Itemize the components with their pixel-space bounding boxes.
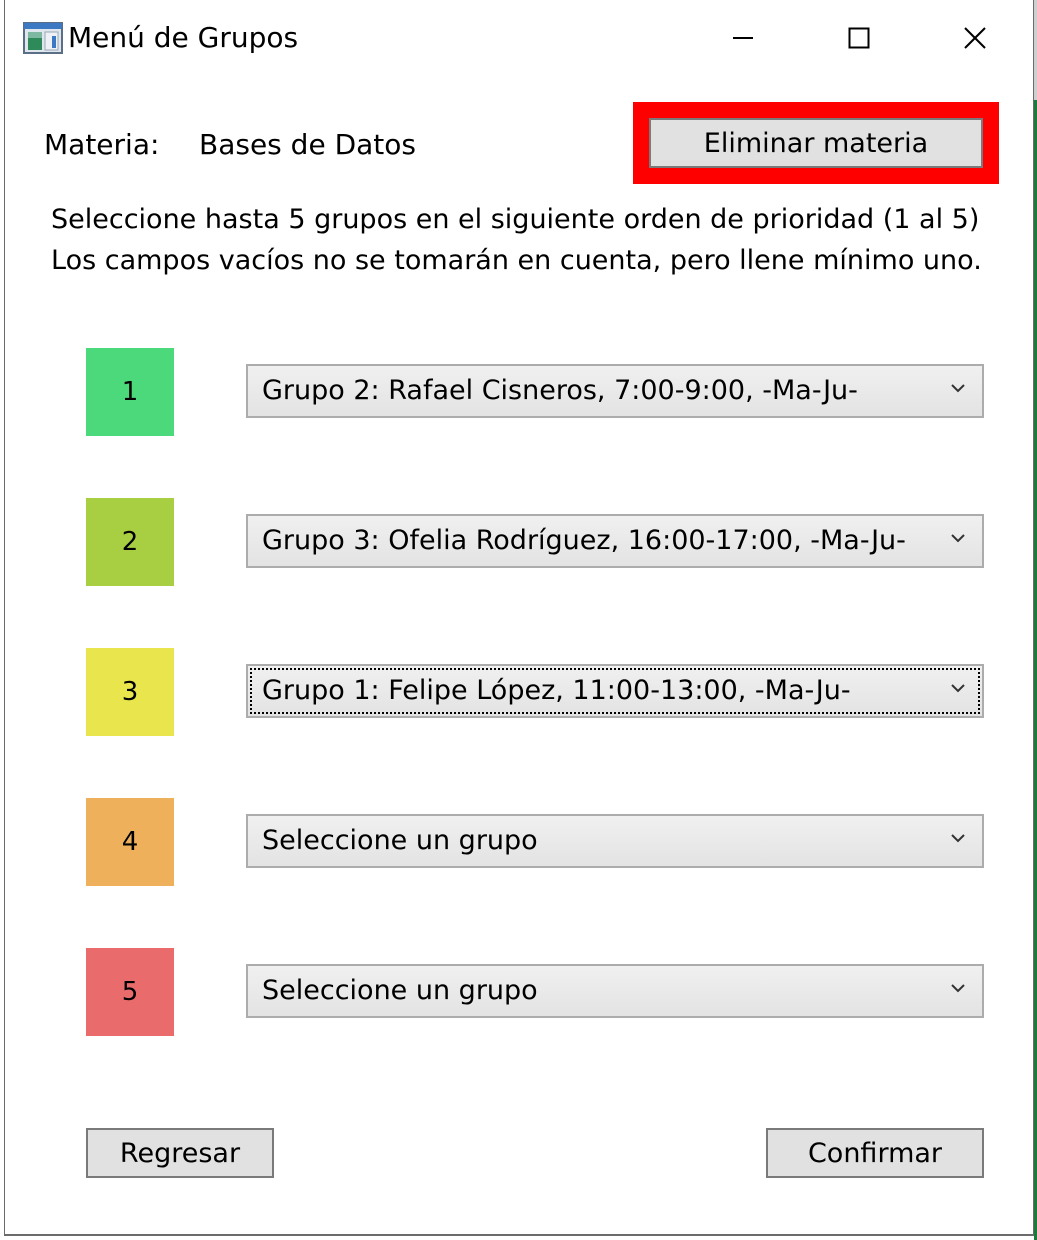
materia-value: Bases de Datos (199, 128, 416, 161)
priority-badge-4: 4 (86, 798, 174, 886)
minimize-icon (733, 37, 753, 39)
group-select-5-value: Seleccione un grupo (262, 975, 538, 1006)
close-button[interactable] (945, 16, 1005, 60)
group-select-3-value: Grupo 1: Felipe López, 11:00-13:00, -Ma-… (262, 675, 851, 706)
group-select-1-value: Grupo 2: Rafael Cisneros, 7:00-9:00, -Ma… (262, 375, 858, 406)
groups-menu-window: Menú de Grupos Materia: Bases de Datos E… (4, 0, 1034, 1236)
chevron-down-icon (951, 684, 965, 693)
group-select-1[interactable]: Grupo 2: Rafael Cisneros, 7:00-9:00, -Ma… (246, 364, 984, 418)
close-icon (964, 27, 986, 49)
back-button[interactable]: Regresar (86, 1128, 274, 1178)
group-select-4-value: Seleccione un grupo (262, 825, 538, 856)
maximize-icon (848, 27, 870, 49)
confirm-button[interactable]: Confirmar (766, 1128, 984, 1178)
instruction-line-1: Seleccione hasta 5 grupos en el siguient… (51, 204, 980, 235)
title-bar[interactable]: Menú de Grupos (5, 0, 1035, 76)
group-select-3[interactable]: Grupo 1: Felipe López, 11:00-13:00, -Ma-… (246, 664, 984, 718)
materia-label: Materia: (44, 128, 160, 161)
delete-subject-button[interactable]: Eliminar materia (649, 118, 983, 168)
group-select-5[interactable]: Seleccione un grupo (246, 964, 984, 1018)
chevron-down-icon (951, 384, 965, 393)
group-select-2[interactable]: Grupo 3: Ofelia Rodríguez, 16:00-17:00, … (246, 514, 984, 568)
group-select-2-value: Grupo 3: Ofelia Rodríguez, 16:00-17:00, … (262, 525, 906, 556)
priority-badge-5: 5 (86, 948, 174, 1036)
priority-badge-3: 3 (86, 648, 174, 736)
priority-badge-2: 2 (86, 498, 174, 586)
group-select-4[interactable]: Seleccione un grupo (246, 814, 984, 868)
chevron-down-icon (951, 984, 965, 993)
chevron-down-icon (951, 534, 965, 543)
form-window-icon (23, 22, 63, 54)
minimize-button[interactable] (713, 16, 773, 60)
maximize-button[interactable] (829, 16, 889, 60)
window-title: Menú de Grupos (68, 21, 299, 54)
priority-badge-1: 1 (86, 348, 174, 436)
chevron-down-icon (951, 834, 965, 843)
instruction-line-2: Los campos vacíos no se tomarán en cuent… (51, 245, 982, 276)
